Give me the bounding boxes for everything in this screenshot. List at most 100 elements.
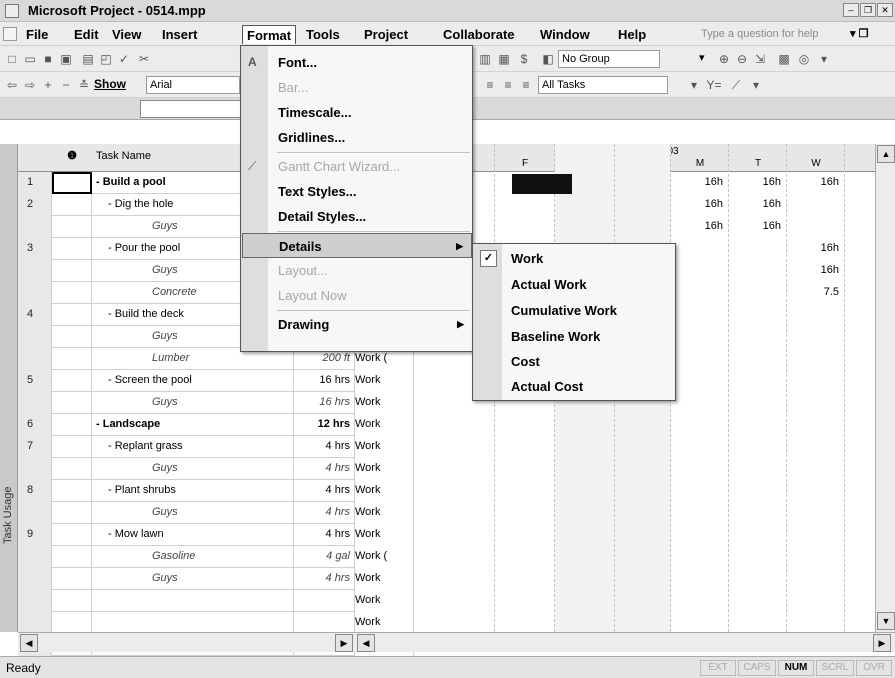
- row-id-cell[interactable]: 6: [18, 414, 52, 436]
- row-id-cell[interactable]: [18, 546, 52, 568]
- details-icon[interactable]: ◧: [540, 51, 556, 67]
- work-cell[interactable]: 16 hrs: [294, 370, 355, 392]
- menu-view[interactable]: View: [108, 25, 145, 44]
- timescale-value-cell[interactable]: 16h: [729, 220, 781, 232]
- menu-item-text-styles[interactable]: Text Styles...: [242, 179, 472, 204]
- task-name-header[interactable]: Task Name: [96, 150, 151, 162]
- group-select[interactable]: No Group: [558, 50, 660, 68]
- toolbar-options-icon[interactable]: ▾: [816, 51, 832, 67]
- ts-scroll-left-icon[interactable]: ◀: [357, 634, 375, 652]
- show-icon[interactable]: ≛: [76, 77, 92, 93]
- work-cell[interactable]: [294, 612, 355, 634]
- work-cell[interactable]: 4 hrs: [294, 480, 355, 502]
- row-id-cell[interactable]: [18, 260, 52, 282]
- row-id-cell[interactable]: [18, 392, 52, 414]
- row-id-cell[interactable]: 2: [18, 194, 52, 216]
- task-name-cell[interactable]: [92, 612, 294, 634]
- menu-window[interactable]: Window: [536, 25, 594, 44]
- open-icon[interactable]: ▭: [22, 51, 38, 67]
- timescale-value-cell[interactable]: 16h: [671, 176, 723, 188]
- publish-icon[interactable]: ▣: [58, 51, 74, 67]
- selected-timescale-cell[interactable]: [512, 174, 572, 194]
- grid-scroll-left-icon[interactable]: ◀: [20, 634, 38, 652]
- work-cell[interactable]: 4 gal: [294, 546, 355, 568]
- submenu-item-actual-work[interactable]: Actual Work: [474, 272, 675, 297]
- work-cell[interactable]: [294, 590, 355, 612]
- menu-format[interactable]: Format: [242, 25, 297, 44]
- menu-edit[interactable]: Edit: [70, 25, 103, 44]
- work-cell[interactable]: 12 hrs: [294, 414, 355, 436]
- print-icon[interactable]: ▤: [80, 51, 96, 67]
- row-id-cell[interactable]: 7: [18, 436, 52, 458]
- timescale-value-cell[interactable]: 16h: [729, 176, 781, 188]
- save-icon[interactable]: ■: [40, 51, 56, 67]
- vertical-scrollbar[interactable]: ▲ ▼: [875, 144, 895, 632]
- row-id-cell[interactable]: [18, 612, 52, 634]
- row-id-cell[interactable]: [18, 326, 52, 348]
- menu-collaborate[interactable]: Collaborate: [439, 25, 519, 44]
- timescale-value-cell[interactable]: 16h: [787, 264, 839, 276]
- table-row[interactable]: Work: [18, 590, 414, 612]
- submenu-item-work[interactable]: ✓ Work: [474, 246, 675, 271]
- timescale-horizontal-scrollbar[interactable]: ◀ ▶: [355, 632, 895, 652]
- row-id-cell[interactable]: [18, 282, 52, 304]
- cut-icon[interactable]: ✂: [136, 51, 152, 67]
- task-name-cell[interactable]: - Mow lawn: [92, 524, 294, 546]
- table-row[interactable]: 5- Screen the pool 16 hrs Work: [18, 370, 414, 392]
- table-row[interactable]: Guys 4 hrs Work: [18, 458, 414, 480]
- work-cell[interactable]: 4 hrs: [294, 524, 355, 546]
- row-id-cell[interactable]: 4: [18, 304, 52, 326]
- document-icon[interactable]: [3, 27, 17, 41]
- task-name-cell[interactable]: Guys: [92, 392, 294, 414]
- timescale-value-cell[interactable]: 16h: [729, 198, 781, 210]
- row-id-cell[interactable]: [18, 458, 52, 480]
- menu-item-timescale[interactable]: Timescale...: [242, 100, 472, 125]
- filter-dropdown-icon[interactable]: ▾: [686, 77, 702, 93]
- row-id-cell[interactable]: 5: [18, 370, 52, 392]
- grid-scroll-right-icon[interactable]: ▶: [335, 634, 353, 652]
- row-id-cell[interactable]: [18, 590, 52, 612]
- task-name-cell[interactable]: [92, 590, 294, 612]
- submenu-item-cumulative-work[interactable]: Cumulative Work: [474, 298, 675, 323]
- ts-scroll-right-icon[interactable]: ▶: [873, 634, 891, 652]
- filter-select[interactable]: All Tasks: [538, 76, 668, 94]
- minimize-button[interactable]: –: [843, 3, 859, 17]
- menu-insert[interactable]: Insert: [158, 25, 201, 44]
- help-icon[interactable]: ◎: [796, 51, 812, 67]
- outdent-icon[interactable]: ⇦: [4, 77, 20, 93]
- font-select[interactable]: Arial: [146, 76, 240, 94]
- row-id-cell[interactable]: [18, 502, 52, 524]
- task-name-cell[interactable]: Guys: [92, 502, 294, 524]
- grid-horizontal-scrollbar[interactable]: ◀ ▶: [18, 632, 355, 652]
- row-id-cell[interactable]: 9: [18, 524, 52, 546]
- table-row[interactable]: Gasoline 4 gal Work (: [18, 546, 414, 568]
- timescale-value-cell[interactable]: 16h: [671, 220, 723, 232]
- timescale-value-cell[interactable]: 16h: [787, 242, 839, 254]
- table-row[interactable]: Guys 16 hrs Work: [18, 392, 414, 414]
- row-id-cell[interactable]: 3: [18, 238, 52, 260]
- work-cell[interactable]: 16 hrs: [294, 392, 355, 414]
- goto-task-icon[interactable]: ⇲: [752, 51, 768, 67]
- resource-icon[interactable]: ▦: [496, 51, 512, 67]
- gantt-wizard-icon[interactable]: ⟋: [728, 77, 744, 93]
- task-name-cell[interactable]: - Landscape: [92, 414, 294, 436]
- split-icon[interactable]: ▥: [477, 51, 493, 67]
- preview-icon[interactable]: ◰: [98, 51, 114, 67]
- new-icon[interactable]: □: [4, 51, 20, 67]
- align-left-icon[interactable]: ≡: [482, 77, 498, 93]
- timescale-value-cell[interactable]: 7.5: [787, 286, 839, 298]
- help-search-box[interactable]: Type a question for help: [697, 25, 842, 43]
- row-id-cell[interactable]: [18, 568, 52, 590]
- task-name-cell[interactable]: Guys: [92, 458, 294, 480]
- restore-button[interactable]: ❐: [860, 3, 876, 17]
- show-subtasks-icon[interactable]: +: [40, 77, 56, 93]
- close-button[interactable]: ✕: [877, 3, 893, 17]
- row-id-cell[interactable]: 1: [18, 172, 52, 194]
- submenu-item-actual-cost[interactable]: Actual Cost: [474, 374, 675, 399]
- indent-icon[interactable]: ⇨: [22, 77, 38, 93]
- menu-item-gridlines[interactable]: Gridlines...: [242, 125, 472, 150]
- zoom-in-icon[interactable]: ⊕: [716, 51, 732, 67]
- timescale-value-cell[interactable]: 16h: [787, 176, 839, 188]
- autofilter-icon[interactable]: Y=: [706, 77, 722, 93]
- work-cell[interactable]: 4 hrs: [294, 458, 355, 480]
